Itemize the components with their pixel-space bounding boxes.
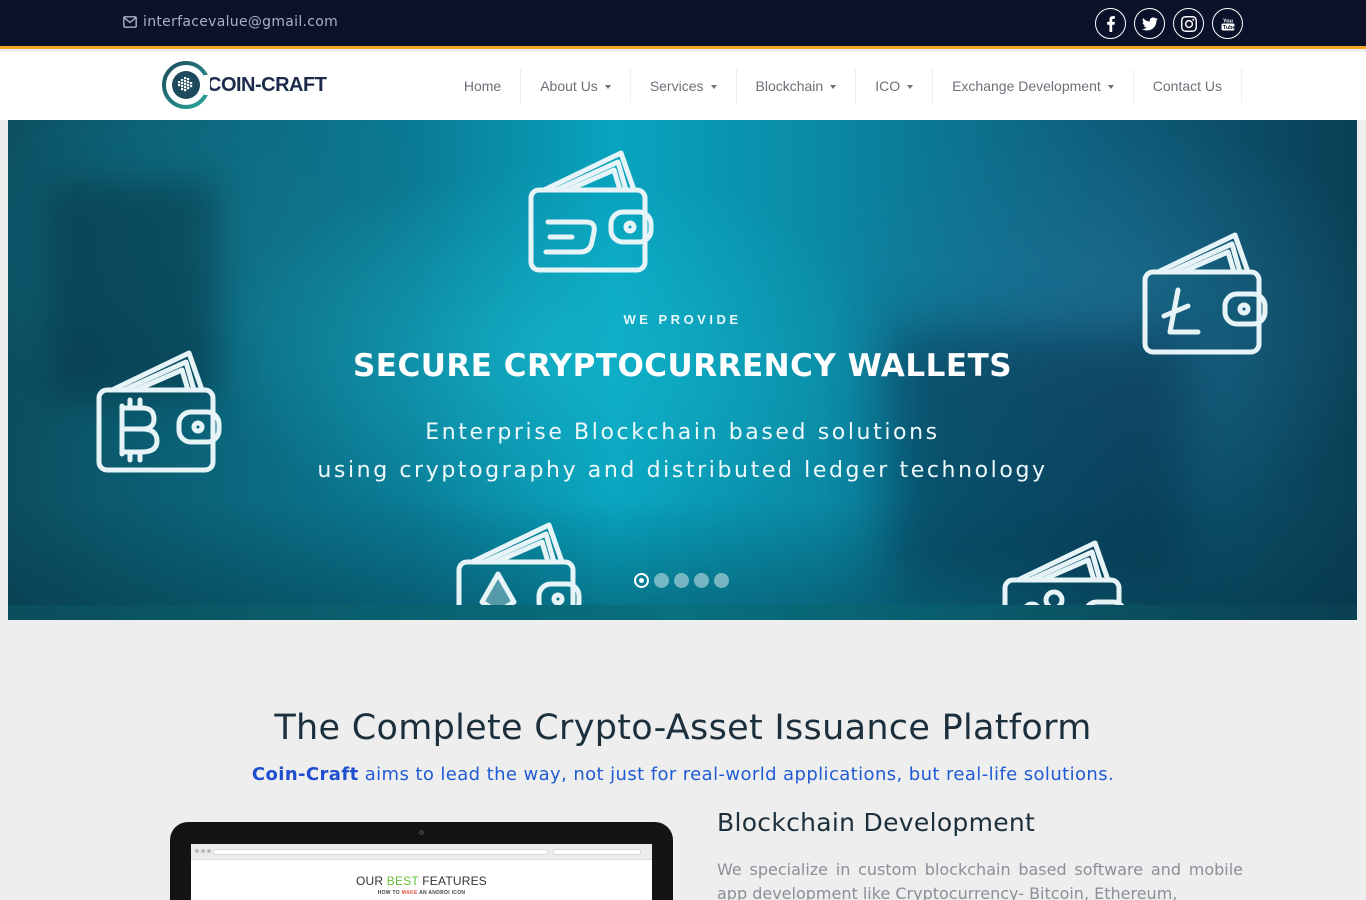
dash-wallet-icon (526, 150, 656, 275)
contact-email-text: interfacevalue@gmail.com (143, 14, 339, 30)
nav-item-services[interactable]: Services (631, 69, 737, 103)
hero-subtitle-line-1: Enterprise Blockchain based solutions (425, 420, 940, 445)
slider-dot-2[interactable] (654, 573, 669, 588)
caret-down-icon (710, 84, 717, 89)
mock-browser-bar (191, 844, 652, 860)
platform-subtitle-text: aims to lead the way, not just for real-… (358, 764, 1115, 785)
hero-kicker: WE PROVIDE (623, 312, 742, 327)
coin-craft-logo-icon (162, 61, 212, 109)
hero-headline: SECURE CRYPTOCURRENCY WALLETS (352, 348, 1013, 384)
nav-item-label: Exchange Development (952, 78, 1101, 94)
window-controls (195, 849, 211, 853)
hero-bottom-strip (8, 605, 1357, 620)
slider-pagination (634, 573, 729, 588)
mock-heading-text: FEATURES (418, 874, 487, 888)
nav-item-ico[interactable]: ICO (856, 69, 934, 103)
svg-text:Tube: Tube (1222, 25, 1235, 31)
nav-item-about-us[interactable]: About Us (521, 69, 631, 103)
mock-search-bar (553, 849, 641, 855)
litecoin-wallet-icon (1140, 232, 1270, 357)
hero-subtitle-line-2: using cryptography and distributed ledge… (317, 458, 1048, 483)
mock-heading-text: OUR (355, 874, 387, 888)
top-bar: interfacevalue@gmail.com You Tube (0, 0, 1366, 49)
platform-subtitle-brand: Coin-Craft (251, 764, 359, 785)
nav-item-contact-us[interactable]: Contact Us (1134, 69, 1242, 103)
nav-item-label: Blockchain (755, 78, 824, 94)
twitter-icon[interactable] (1134, 8, 1165, 39)
caret-down-icon (1107, 84, 1114, 89)
laptop-mockup: OUR BEST FEATURES HOW TO MAKE AN ANDROI … (170, 822, 673, 900)
blockchain-development-text: We specialize in custom blockchain based… (717, 860, 1243, 900)
mock-features-heading: OUR BEST FEATURES (191, 874, 652, 888)
primary-nav: Home About Us Services Blockchain ICO Ex… (445, 69, 1242, 103)
platform-title: The Complete Crypto-Asset Issuance Platf… (274, 708, 1092, 748)
envelope-icon (123, 16, 137, 28)
mock-subheading-text: HOW TO (377, 890, 402, 896)
social-links: You Tube (1095, 8, 1243, 39)
caret-down-icon (604, 84, 611, 89)
platform-subtitle: Coin-Craft aims to lead the way, not jus… (0, 764, 1366, 785)
laptop-screen: OUR BEST FEATURES HOW TO MAKE AN ANDROI … (191, 844, 652, 900)
laptop-camera (419, 830, 424, 835)
mock-address-bar (213, 849, 548, 855)
main-navbar: COIN-CRAFT Home About Us Services Blockc… (0, 52, 1366, 120)
instagram-icon[interactable] (1173, 8, 1204, 39)
slider-dot-1[interactable] (634, 573, 649, 588)
blockchain-development-title: Blockchain Development (717, 808, 1036, 837)
mock-heading-highlight: BEST (386, 874, 419, 888)
hero-slider[interactable]: WE PROVIDE SECURE CRYPTOCURRENCY WALLETS… (8, 120, 1357, 620)
nav-item-label: About Us (540, 78, 598, 94)
mock-subheading-highlight: MAKE (401, 890, 418, 896)
caret-down-icon (830, 84, 837, 89)
slider-dot-3[interactable] (674, 573, 689, 588)
mock-features-subheading: HOW TO MAKE AN ANDROI ICON (191, 890, 652, 896)
nav-item-label: ICO (875, 78, 901, 94)
mock-subheading-text: AN ANDROI ICON (417, 890, 466, 896)
facebook-icon[interactable] (1095, 8, 1126, 39)
site-logo[interactable]: COIN-CRAFT (162, 61, 327, 109)
hero-background-shade (8, 500, 1357, 620)
nav-item-label: Contact Us (1152, 78, 1222, 94)
nav-item-home[interactable]: Home (445, 69, 522, 103)
slider-dot-5[interactable] (714, 573, 729, 588)
nav-item-label: Services (649, 78, 704, 94)
nav-item-exchange-development[interactable]: Exchange Development (933, 69, 1134, 103)
contact-email[interactable]: interfacevalue@gmail.com (123, 14, 338, 30)
slider-dot-4[interactable] (694, 573, 709, 588)
nav-item-label: Home (463, 78, 502, 94)
logo-text: COIN-CRAFT (207, 73, 327, 96)
caret-down-icon (907, 84, 914, 89)
nav-item-blockchain[interactable]: Blockchain (737, 69, 857, 103)
youtube-icon[interactable]: You Tube (1212, 8, 1243, 39)
